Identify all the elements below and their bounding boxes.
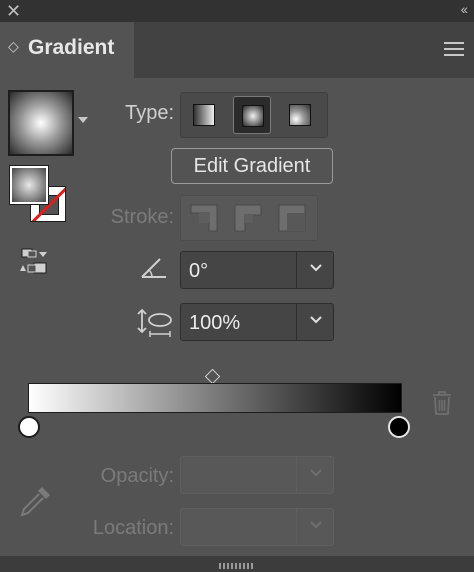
gradient-thumbnail[interactable] (8, 90, 74, 156)
stroke-across-icon[interactable] (275, 201, 309, 235)
radial-gradient-button[interactable] (233, 96, 271, 134)
panel-menu-icon[interactable] (444, 42, 464, 56)
location-label: Location: (92, 517, 174, 539)
angle-icon (141, 258, 166, 278)
combo-divider (296, 509, 297, 545)
aspect-ratio-value[interactable]: 100% (189, 312, 240, 335)
opacity-combobox[interactable] (180, 456, 334, 494)
stroke-label: Stroke: (110, 206, 174, 228)
chevron-down-icon[interactable] (309, 518, 323, 532)
gradient-stop-black[interactable] (388, 416, 410, 438)
linear-gradient-icon (193, 104, 215, 126)
gradient-stop-white[interactable] (18, 416, 40, 438)
gradient-slider[interactable] (28, 383, 402, 413)
freeform-gradient-icon (289, 104, 311, 126)
gradient-midpoint-handle[interactable] (204, 368, 221, 385)
location-combobox[interactable] (180, 508, 334, 546)
gradient-presets-caret-icon[interactable] (78, 117, 88, 123)
resize-grip[interactable] (219, 563, 255, 569)
swap-fill-stroke-icon[interactable] (18, 247, 50, 277)
stroke-along-icon[interactable] (231, 201, 265, 235)
chevron-down-icon[interactable] (309, 466, 323, 480)
panel-title: Gradient (28, 36, 115, 59)
eyedropper-icon[interactable] (18, 483, 54, 519)
panel-tabbar: ◇ Gradient (0, 22, 474, 78)
combo-divider (296, 252, 297, 288)
combo-divider (296, 457, 297, 493)
panel-titlebar: ✕ ‹‹ (0, 0, 474, 22)
trash-icon[interactable] (431, 390, 453, 416)
aspect-ratio-icon (137, 308, 172, 337)
combo-divider (296, 304, 297, 340)
stroke-gradient-group (180, 195, 318, 241)
collapse-panel-icon[interactable]: ‹‹ (461, 1, 468, 17)
angle-combobox[interactable]: 0° (180, 251, 334, 289)
stroke-within-icon[interactable] (187, 201, 221, 235)
aspect-ratio-combobox[interactable]: 100% (180, 303, 334, 341)
radial-gradient-icon (242, 105, 264, 127)
linear-gradient-button[interactable] (185, 96, 223, 134)
gradient-type-group (180, 92, 328, 138)
freeform-gradient-button[interactable] (281, 96, 319, 134)
opacity-label: Opacity: (100, 465, 174, 487)
chevron-down-icon[interactable] (309, 313, 323, 327)
type-label: Type: (125, 102, 174, 124)
fill-swatch[interactable] (9, 165, 49, 205)
edit-gradient-button[interactable]: Edit Gradient (171, 148, 333, 184)
chevron-down-icon[interactable] (309, 261, 323, 275)
angle-value[interactable]: 0° (189, 260, 208, 283)
tab-toggle-icon[interactable]: ◇ (8, 38, 19, 55)
close-icon[interactable]: ✕ (6, 1, 21, 22)
tab-gradient[interactable]: ◇ Gradient (0, 22, 134, 78)
